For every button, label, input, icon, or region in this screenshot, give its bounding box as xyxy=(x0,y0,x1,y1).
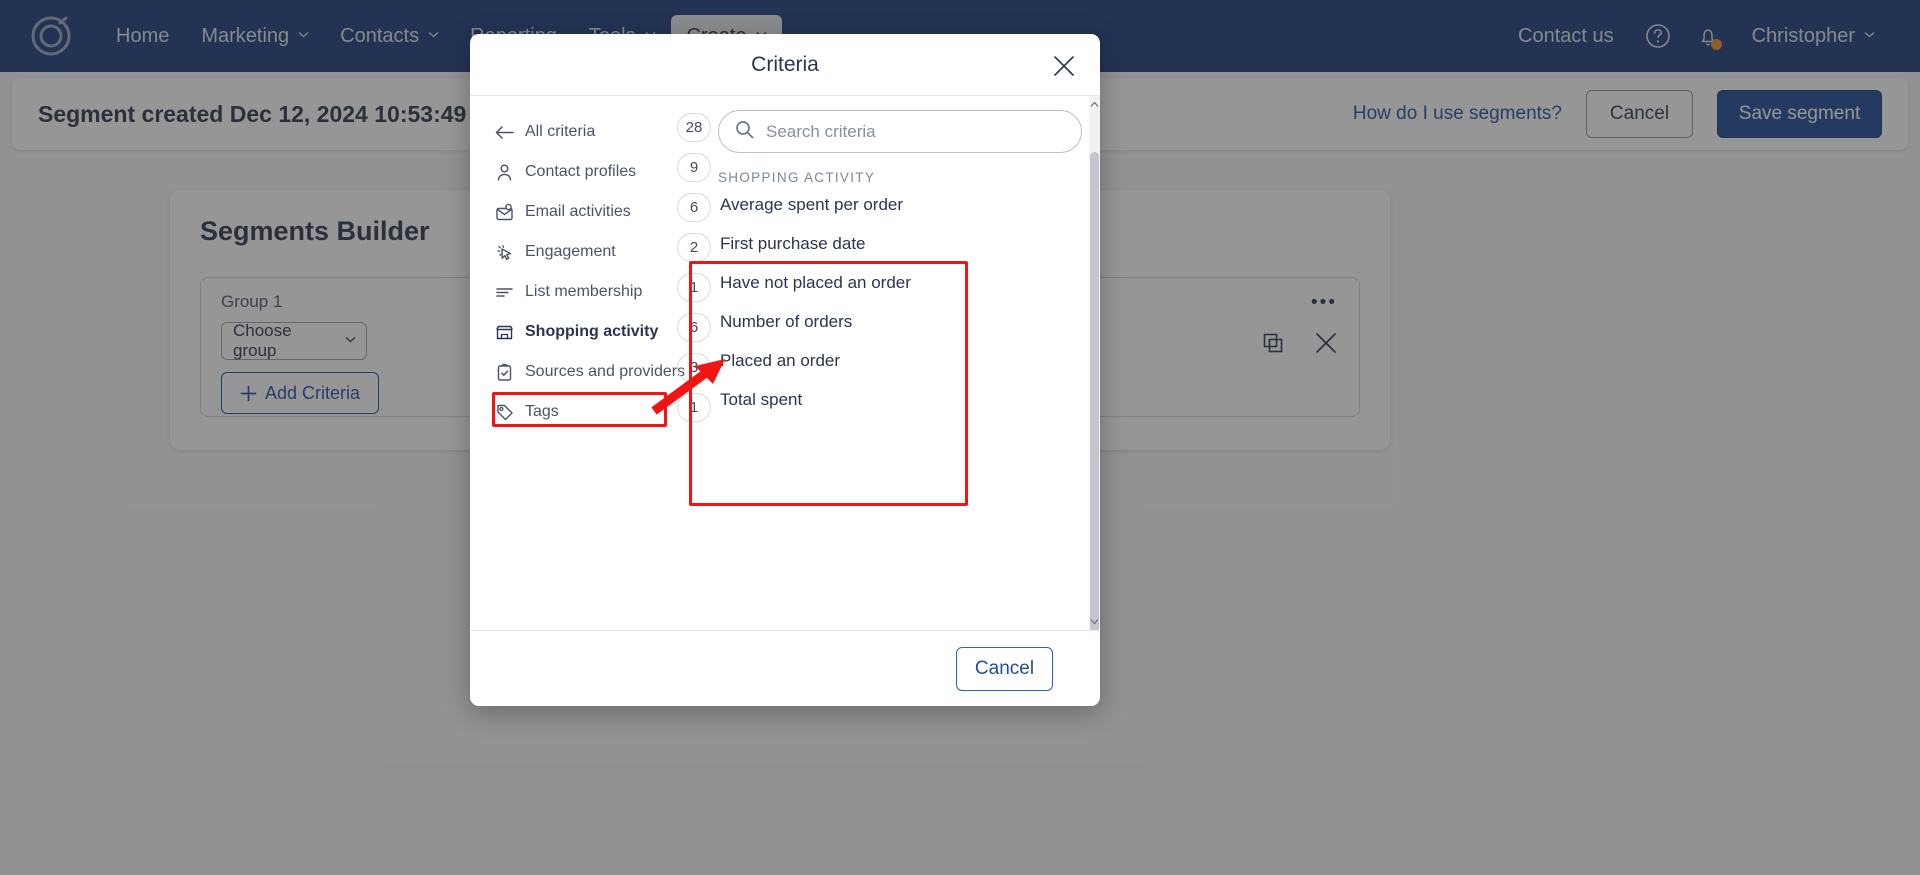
storefront-icon xyxy=(495,323,514,342)
modal-scrollbar[interactable] xyxy=(1089,96,1100,630)
modal-close-button[interactable] xyxy=(1048,50,1080,82)
search-criteria-field[interactable] xyxy=(718,110,1082,153)
category-label: List membership xyxy=(525,283,643,300)
count-contact-profiles: 9 xyxy=(677,153,711,182)
modal-body: All criteria Contact profiles Email acti… xyxy=(470,96,1100,630)
category-list-membership[interactable]: List membership xyxy=(495,272,670,312)
count-have-not-placed-an-order: 1 xyxy=(677,273,711,302)
criteria-modal: Criteria All criteria Contact profiles E… xyxy=(470,34,1100,706)
category-engagement[interactable]: Engagement xyxy=(495,232,670,272)
criteria-category-list: All criteria Contact profiles Email acti… xyxy=(470,96,685,630)
count-all-criteria: 28 xyxy=(677,113,711,142)
criteria-item-number-of-orders[interactable]: Number of orders xyxy=(718,302,1082,341)
count-number-of-orders: 6 xyxy=(677,313,711,342)
category-label: Engagement xyxy=(525,243,616,260)
category-sources-and-providers[interactable]: Sources and providers xyxy=(495,352,685,392)
category-label: All criteria xyxy=(525,123,596,140)
list-lines-icon xyxy=(495,283,514,302)
tag-icon xyxy=(495,403,514,422)
category-label: Shopping activity xyxy=(525,323,659,340)
criteria-item-placed-an-order[interactable]: Placed an order xyxy=(718,341,1082,380)
modal-cancel-button[interactable]: Cancel xyxy=(956,646,1053,691)
person-icon xyxy=(495,163,514,182)
criteria-item-total-spent[interactable]: Total spent xyxy=(718,380,1082,419)
category-tags[interactable]: Tags xyxy=(495,392,670,432)
criteria-item-have-not-placed-an-order[interactable]: Have not placed an order xyxy=(718,263,1082,302)
modal-footer: Cancel xyxy=(470,630,1100,706)
category-label: Sources and providers xyxy=(525,363,686,380)
arrow-left-icon xyxy=(495,123,514,142)
count-average-spent-per-order: 6 xyxy=(677,193,711,222)
section-header-shopping-activity: SHOPPING ACTIVITY xyxy=(718,170,876,185)
scroll-down-arrow-icon[interactable] xyxy=(1089,615,1100,628)
cursor-click-icon xyxy=(495,243,514,262)
category-label: Tags xyxy=(525,403,559,420)
page-background: Home Marketing Contacts Reporting Tools … xyxy=(0,0,1920,875)
category-shopping-activity[interactable]: Shopping activity xyxy=(495,312,670,352)
clipboard-check-icon xyxy=(495,363,514,382)
criteria-count-column: 28 9 6 2 1 6 3 1 xyxy=(670,96,718,630)
modal-header: Criteria xyxy=(470,34,1100,96)
count-first-purchase-date: 2 xyxy=(677,233,711,262)
category-label: Contact profiles xyxy=(525,163,637,180)
category-contact-profiles[interactable]: Contact profiles xyxy=(495,152,670,192)
count-total-spent: 1 xyxy=(677,393,711,422)
close-x-icon xyxy=(1054,56,1074,76)
modal-title: Criteria xyxy=(751,52,819,76)
search-input[interactable] xyxy=(766,121,1065,142)
category-label: Email activities xyxy=(525,203,631,220)
envelope-icon xyxy=(495,203,514,222)
count-placed-an-order: 3 xyxy=(677,353,711,382)
scroll-up-arrow-icon[interactable] xyxy=(1089,98,1100,111)
search-icon xyxy=(735,120,754,144)
criteria-item-average-spent-per-order[interactable]: Average spent per order xyxy=(718,185,1082,224)
criteria-list-column: SHOPPING ACTIVITY Average spent per orde… xyxy=(718,96,1100,630)
criteria-item-first-purchase-date[interactable]: First purchase date xyxy=(718,224,1082,263)
category-all-criteria[interactable]: All criteria xyxy=(495,112,670,152)
category-email-activities[interactable]: Email activities xyxy=(495,192,670,232)
modal-scrollbar-thumb[interactable] xyxy=(1090,152,1099,630)
